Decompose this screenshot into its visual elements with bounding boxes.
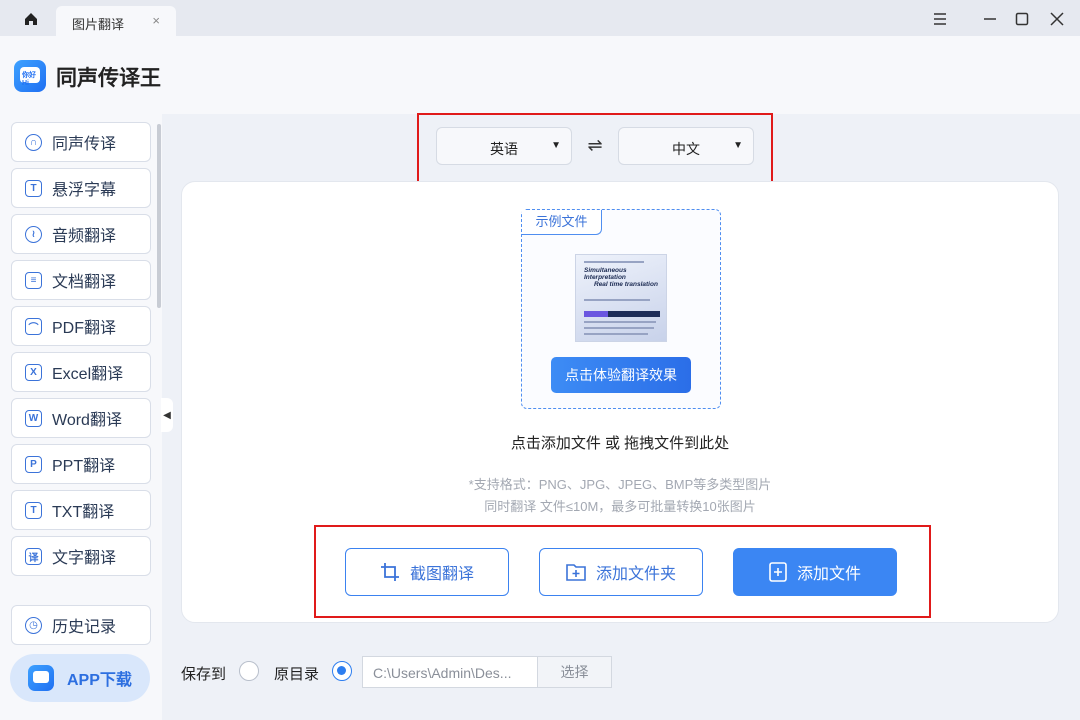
sidebar-item-simultaneous[interactable]: ∩ 同声传译 — [11, 122, 151, 162]
sample-file-box[interactable]: 示例文件 Simultaneous Interpretation Real ti… — [521, 209, 721, 409]
sidebar-item-label: TXT翻译 — [52, 504, 115, 521]
headset-icon: ∩ — [25, 133, 42, 151]
sample-thumb-subtitle: Real time translation — [594, 281, 658, 288]
sidebar-item-label: 音频翻译 — [52, 228, 117, 245]
sample-thumbnail[interactable]: Simultaneous Interpretation Real time tr… — [575, 254, 667, 342]
document-icon: ≡ — [25, 271, 42, 289]
save-to-label: 保存到 — [181, 666, 227, 683]
file-plus-icon — [769, 562, 787, 582]
app-title: 同声传译王 — [56, 67, 161, 90]
sidebar: ∩ 同声传译 T 悬浮字幕 ≀ 音频翻译 ≡ 文档翻译 ⌒ PDF翻译 X Ex… — [0, 114, 162, 720]
add-folder-button[interactable]: 添加文件夹 — [539, 548, 703, 596]
app-logo-icon: 你好Hi — [14, 60, 46, 92]
sidebar-item-document[interactable]: ≡ 文档翻译 — [11, 260, 151, 300]
sidebar-item-label: PPT翻译 — [52, 458, 116, 475]
chevron-down-icon: ▼ — [551, 140, 561, 151]
app-logo-icon — [28, 665, 54, 691]
home-icon[interactable] — [18, 8, 44, 30]
choose-path-button[interactable]: 选择 — [537, 656, 612, 688]
app-download-button[interactable]: APP下载 — [10, 654, 150, 702]
sidebar-item-audio[interactable]: ≀ 音频翻译 — [11, 214, 151, 254]
sidebar-item-label: Excel翻译 — [52, 366, 124, 383]
tab-close-icon[interactable]: × — [152, 13, 160, 28]
sample-thumb-title: Simultaneous Interpretation — [584, 267, 627, 281]
minimize-icon[interactable] — [978, 8, 1002, 30]
swap-language-icon[interactable]: ⇌ — [584, 135, 606, 155]
pdf-icon: ⌒ — [25, 317, 42, 335]
limit-note: 同时翻译 文件≤10M，最多可批量转换10张图片 — [484, 499, 756, 514]
translate-icon: 译 — [25, 547, 42, 565]
excel-icon: X — [25, 363, 42, 381]
crop-icon — [380, 562, 400, 582]
sidebar-item-ppt[interactable]: P PPT翻译 — [11, 444, 151, 484]
save-path-field[interactable]: C:\Users\Admin\Des... — [362, 656, 538, 688]
add-file-button[interactable]: 添加文件 — [733, 548, 897, 596]
sidebar-scrollbar[interactable] — [157, 124, 161, 308]
txt-icon: T — [25, 501, 42, 519]
sidebar-item-label: 悬浮字幕 — [52, 182, 117, 199]
app-download-label: APP下载 — [67, 672, 132, 689]
app-header: 你好Hi 同声传译王 — [0, 36, 1080, 114]
save-to-radio[interactable] — [239, 661, 259, 681]
sidebar-item-label: Word翻译 — [52, 412, 122, 429]
menu-icon[interactable] — [928, 8, 952, 30]
ppt-icon: P — [25, 455, 42, 473]
original-dir-label: 原目录 — [274, 666, 320, 683]
close-icon[interactable] — [1045, 8, 1069, 30]
sidebar-item-pdf[interactable]: ⌒ PDF翻译 — [11, 306, 151, 346]
sidebar-item-label: 历史记录 — [52, 619, 117, 636]
add-file-label: 添加文件 — [796, 566, 861, 583]
screenshot-translate-button[interactable]: 截图翻译 — [345, 548, 509, 596]
maximize-icon[interactable] — [1010, 8, 1034, 30]
sidebar-item-label: 同声传译 — [52, 136, 117, 153]
source-language-select[interactable]: 英语 ▼ — [436, 127, 572, 165]
target-language-select[interactable]: 中文 ▼ — [618, 127, 754, 165]
sidebar-item-floating-subtitle[interactable]: T 悬浮字幕 — [11, 168, 151, 208]
sidebar-item-label: 文档翻译 — [52, 274, 117, 291]
screenshot-translate-label: 截图翻译 — [409, 566, 474, 583]
sidebar-collapse-handle[interactable]: ◀ — [161, 398, 173, 432]
sidebar-item-history[interactable]: ◷ 历史记录 — [11, 605, 151, 645]
chevron-down-icon: ▼ — [733, 140, 743, 151]
title-bar: 图片翻译 × — [0, 0, 1080, 36]
folder-plus-icon — [566, 563, 586, 581]
sidebar-item-text[interactable]: 译 文字翻译 — [11, 536, 151, 576]
sample-file-tag: 示例文件 — [522, 210, 602, 235]
format-note: *支持格式：PNG、JPG、JPEG、BMP等多类型图片 — [468, 477, 772, 492]
tab-label: 图片翻译 — [72, 17, 125, 32]
sidebar-item-label: PDF翻译 — [52, 320, 117, 337]
sidebar-item-excel[interactable]: X Excel翻译 — [11, 352, 151, 392]
sidebar-item-label: 文字翻译 — [52, 550, 117, 567]
audio-icon: ≀ — [25, 225, 42, 243]
add-folder-label: 添加文件夹 — [595, 566, 676, 583]
word-icon: W — [25, 409, 42, 427]
try-translate-button[interactable]: 点击体验翻译效果 — [551, 357, 691, 393]
sidebar-item-word[interactable]: W Word翻译 — [11, 398, 151, 438]
sidebar-item-txt[interactable]: T TXT翻译 — [11, 490, 151, 530]
drop-hint[interactable]: 点击添加文件 或 拖拽文件到此处 — [181, 432, 1059, 453]
tab-image-translate[interactable]: 图片翻译 × — [56, 6, 176, 36]
text-box-icon: T — [25, 179, 42, 197]
original-dir-radio[interactable] — [332, 661, 352, 681]
clock-icon: ◷ — [25, 616, 42, 634]
